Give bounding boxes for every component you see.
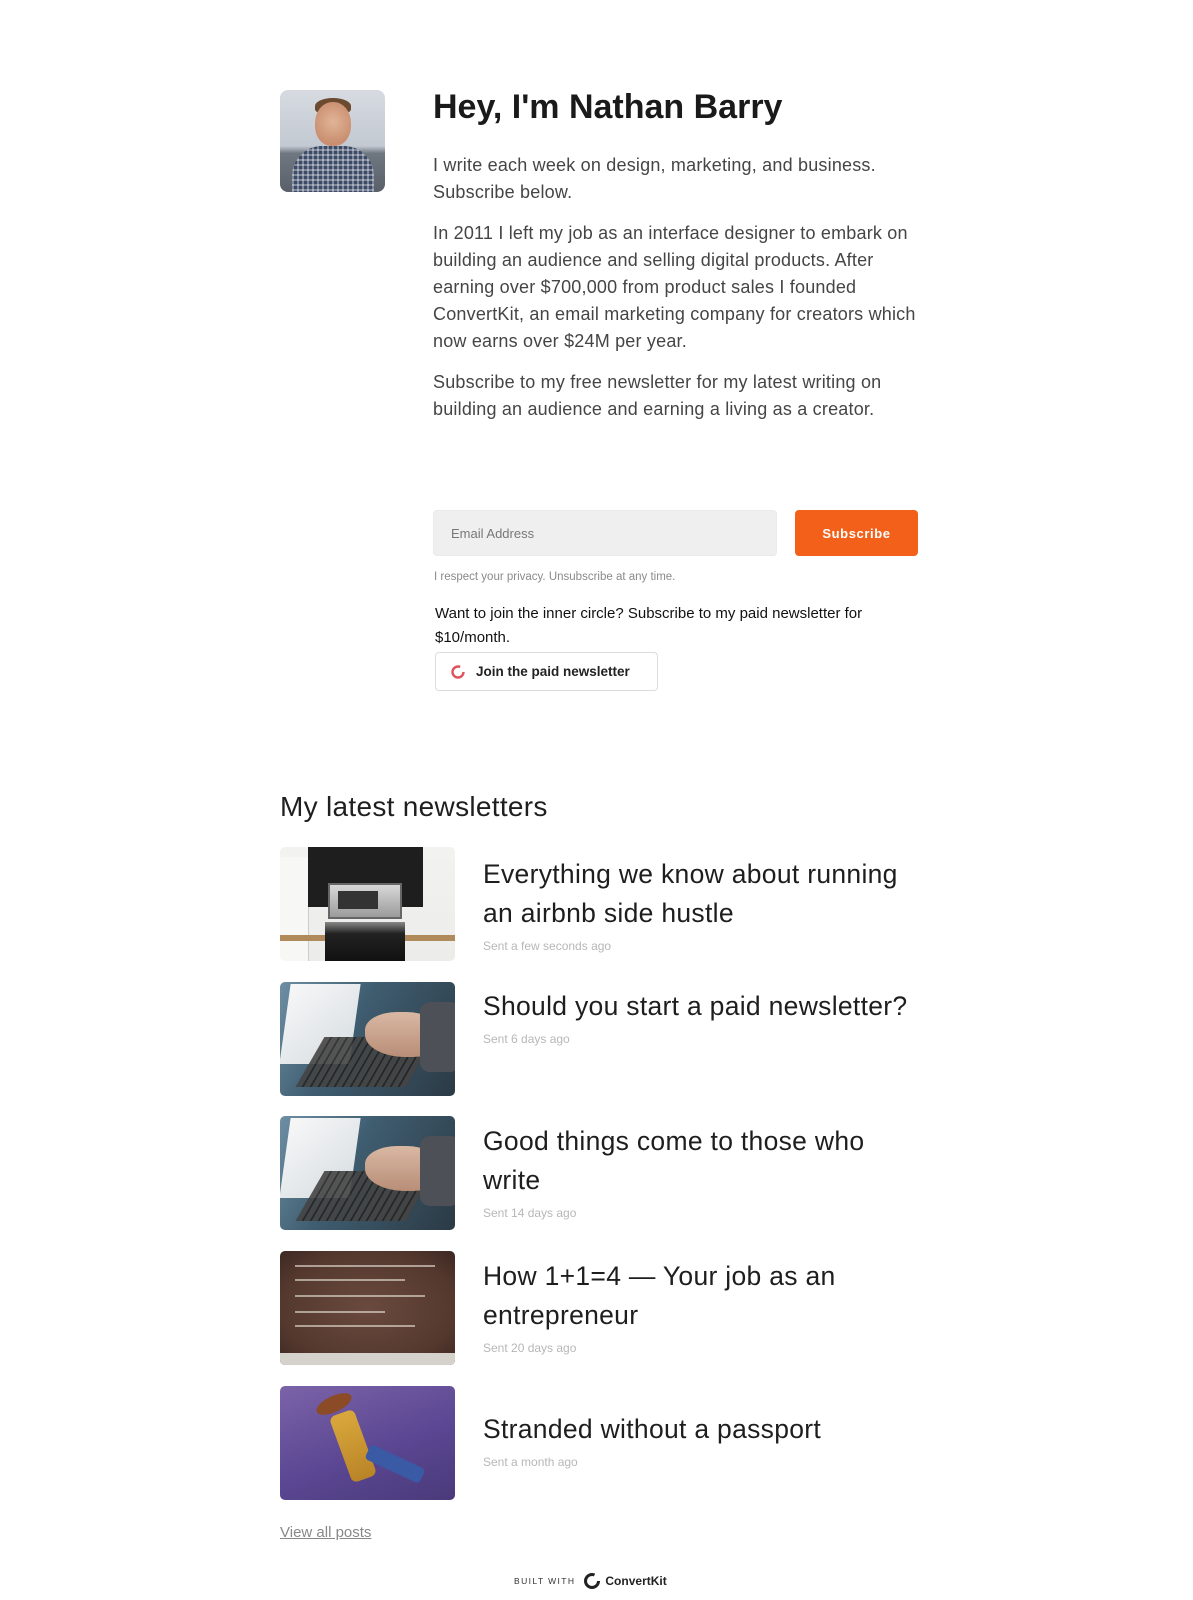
paid-newsletter-icon [451, 664, 465, 679]
newsletter-item[interactable]: Stranded without a passport Sent a month… [280, 1386, 920, 1500]
join-paid-newsletter-button[interactable]: Join the paid newsletter [435, 652, 658, 691]
post-date: Sent 14 days ago [483, 1206, 577, 1220]
join-paid-newsletter-label: Join the paid newsletter [476, 664, 630, 679]
email-field[interactable] [433, 510, 777, 556]
post-thumbnail-kitchen[interactable] [280, 847, 455, 961]
post-date: Sent 6 days ago [483, 1032, 570, 1046]
convertkit-logo-icon [584, 1573, 601, 1589]
newsletter-item[interactable]: Should you start a paid newsletter? Sent… [280, 982, 920, 1096]
post-thumbnail-laptop[interactable] [280, 1116, 455, 1230]
post-title[interactable]: Everything we know about running an airb… [483, 847, 923, 933]
hero-section: Hey, I'm Nathan Barry I write each week … [433, 84, 923, 423]
post-date: Sent 20 days ago [483, 1341, 577, 1355]
newsletters-heading: My latest newsletters [280, 791, 548, 822]
convertkit-brand: ConvertKit [605, 1574, 667, 1588]
page-title: Hey, I'm Nathan Barry [433, 88, 783, 126]
post-title[interactable]: Should you start a paid newsletter? [483, 982, 923, 1026]
view-all-posts-link[interactable]: View all posts [280, 1524, 371, 1541]
hero-intro: I write each week on design, marketing, … [433, 155, 876, 202]
hero-cta-text: Subscribe to my free newsletter for my l… [433, 372, 882, 419]
built-with-convertkit-link[interactable]: BUILT WITH ConvertKit [514, 1570, 667, 1592]
newsletter-item[interactable]: Everything we know about running an airb… [280, 847, 920, 961]
post-thumbnail-laptop[interactable] [280, 982, 455, 1096]
post-date: Sent a month ago [483, 1455, 578, 1469]
built-with-label: BUILT WITH [514, 1576, 576, 1586]
hero-story: In 2011 I left my job as an interface de… [433, 223, 916, 351]
post-title[interactable]: How 1+1=4 — Your job as an entrepreneur [483, 1251, 923, 1335]
subscribe-form: Subscribe [433, 510, 918, 556]
author-avatar [280, 90, 385, 192]
paid-newsletter-text: Want to join the inner circle? Subscribe… [435, 605, 863, 646]
privacy-note: I respect your privacy. Unsubscribe at a… [434, 571, 676, 583]
post-title[interactable]: Stranded without a passport [483, 1386, 923, 1449]
post-thumbnail-toy[interactable] [280, 1386, 455, 1500]
newsletter-item[interactable]: Good things come to those who write Sent… [280, 1116, 920, 1230]
post-thumbnail-chalkboard[interactable] [280, 1251, 455, 1365]
subscribe-button[interactable]: Subscribe [795, 510, 918, 556]
newsletter-item[interactable]: How 1+1=4 — Your job as an entrepreneur … [280, 1251, 920, 1365]
post-date: Sent a few seconds ago [483, 939, 612, 953]
post-title[interactable]: Good things come to those who write [483, 1116, 923, 1200]
